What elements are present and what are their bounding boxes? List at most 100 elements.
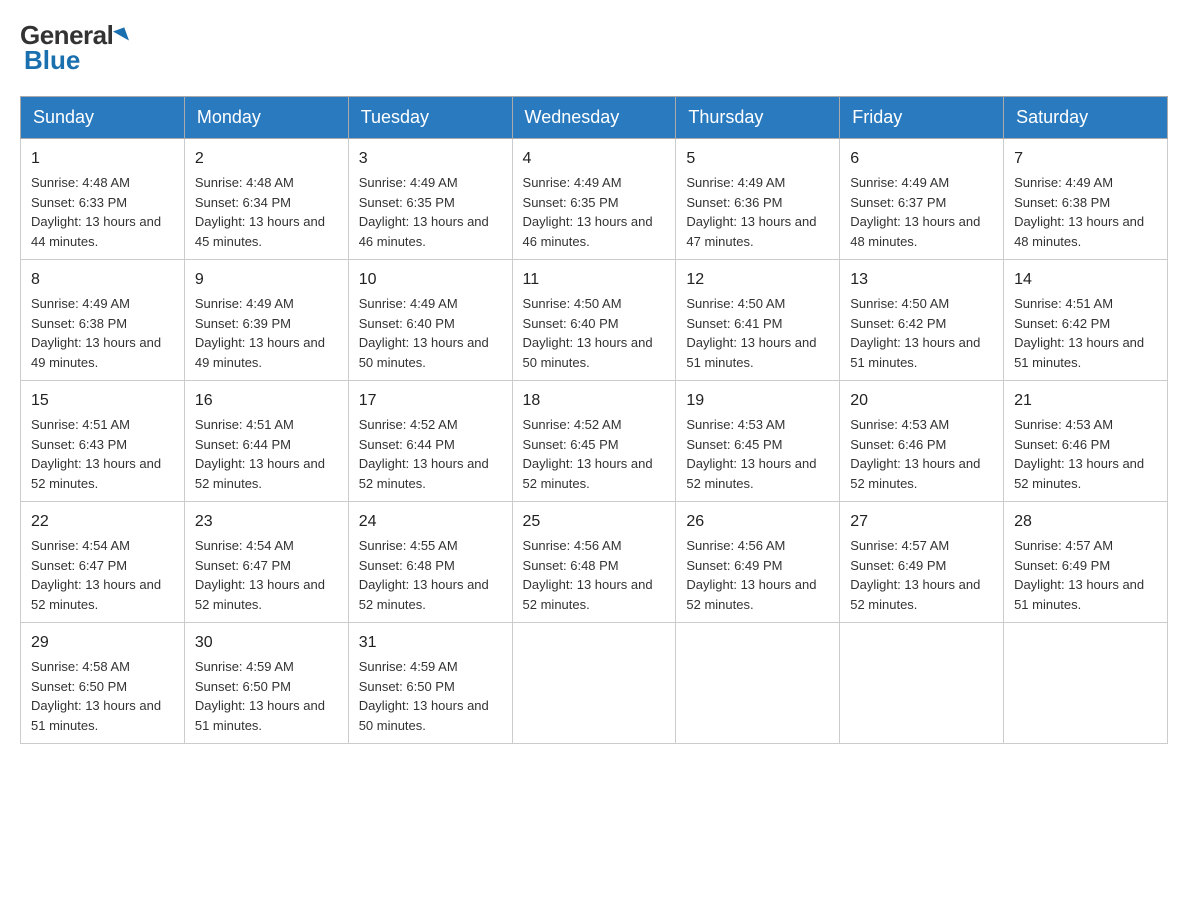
day-info: Sunrise: 4:49 AMSunset: 6:37 PMDaylight:… <box>850 175 980 249</box>
day-info: Sunrise: 4:53 AMSunset: 6:46 PMDaylight:… <box>850 417 980 491</box>
day-number: 30 <box>195 631 338 655</box>
day-number: 9 <box>195 268 338 292</box>
calendar-cell <box>676 623 840 744</box>
weekday-header-monday: Monday <box>184 97 348 139</box>
weekday-header-saturday: Saturday <box>1004 97 1168 139</box>
day-number: 4 <box>523 147 666 171</box>
calendar-cell: 27 Sunrise: 4:57 AMSunset: 6:49 PMDayligh… <box>840 502 1004 623</box>
day-info: Sunrise: 4:55 AMSunset: 6:48 PMDaylight:… <box>359 538 489 612</box>
day-info: Sunrise: 4:49 AMSunset: 6:35 PMDaylight:… <box>523 175 653 249</box>
calendar-cell: 10 Sunrise: 4:49 AMSunset: 6:40 PMDayligh… <box>348 260 512 381</box>
day-number: 19 <box>686 389 829 413</box>
calendar-cell: 1 Sunrise: 4:48 AMSunset: 6:33 PMDaylight… <box>21 139 185 260</box>
day-number: 24 <box>359 510 502 534</box>
calendar-cell: 6 Sunrise: 4:49 AMSunset: 6:37 PMDaylight… <box>840 139 1004 260</box>
calendar-cell <box>512 623 676 744</box>
weekday-header-friday: Friday <box>840 97 1004 139</box>
day-info: Sunrise: 4:49 AMSunset: 6:35 PMDaylight:… <box>359 175 489 249</box>
day-number: 7 <box>1014 147 1157 171</box>
page-header: General Blue <box>20 20 1168 76</box>
day-number: 10 <box>359 268 502 292</box>
day-number: 26 <box>686 510 829 534</box>
day-info: Sunrise: 4:58 AMSunset: 6:50 PMDaylight:… <box>31 659 161 733</box>
calendar-cell: 30 Sunrise: 4:59 AMSunset: 6:50 PMDayligh… <box>184 623 348 744</box>
day-info: Sunrise: 4:59 AMSunset: 6:50 PMDaylight:… <box>359 659 489 733</box>
weekday-header-tuesday: Tuesday <box>348 97 512 139</box>
logo: General Blue <box>20 20 127 76</box>
calendar-cell: 7Sunrise: 4:49 AMSunset: 6:38 PMDaylight… <box>1004 139 1168 260</box>
calendar-cell: 18Sunrise: 4:52 AMSunset: 6:45 PMDayligh… <box>512 381 676 502</box>
calendar-cell: 2Sunrise: 4:48 AMSunset: 6:34 PMDaylight… <box>184 139 348 260</box>
day-info: Sunrise: 4:51 AMSunset: 6:43 PMDaylight:… <box>31 417 161 491</box>
day-info: Sunrise: 4:52 AMSunset: 6:45 PMDaylight:… <box>523 417 653 491</box>
calendar-cell <box>840 623 1004 744</box>
calendar-cell: 26 Sunrise: 4:56 AMSunset: 6:49 PMDayligh… <box>676 502 840 623</box>
day-number: 29 <box>31 631 174 655</box>
day-info: Sunrise: 4:54 AMSunset: 6:47 PMDaylight:… <box>195 538 325 612</box>
day-number: 21 <box>1014 389 1157 413</box>
logo-arrow-icon <box>113 27 129 44</box>
day-info: Sunrise: 4:49 AMSunset: 6:40 PMDaylight:… <box>359 296 489 370</box>
weekday-header-thursday: Thursday <box>676 97 840 139</box>
day-number: 13 <box>850 268 993 292</box>
calendar-cell: 4 Sunrise: 4:49 AMSunset: 6:35 PMDaylight… <box>512 139 676 260</box>
day-info: Sunrise: 4:49 AMSunset: 6:39 PMDaylight:… <box>195 296 325 370</box>
calendar-cell <box>1004 623 1168 744</box>
calendar-cell: 11 Sunrise: 4:50 AMSunset: 6:40 PMDayligh… <box>512 260 676 381</box>
calendar-cell: 9 Sunrise: 4:49 AMSunset: 6:39 PMDaylight… <box>184 260 348 381</box>
day-number: 14 <box>1014 268 1157 292</box>
day-info: Sunrise: 4:56 AMSunset: 6:49 PMDaylight:… <box>686 538 816 612</box>
calendar-cell: 15 Sunrise: 4:51 AMSunset: 6:43 PMDayligh… <box>21 381 185 502</box>
day-info: Sunrise: 4:57 AMSunset: 6:49 PMDaylight:… <box>850 538 980 612</box>
day-info: Sunrise: 4:49 AMSunset: 6:36 PMDaylight:… <box>686 175 816 249</box>
day-info: Sunrise: 4:51 AMSunset: 6:42 PMDaylight:… <box>1014 296 1144 370</box>
day-info: Sunrise: 4:59 AMSunset: 6:50 PMDaylight:… <box>195 659 325 733</box>
day-info: Sunrise: 4:48 AMSunset: 6:33 PMDaylight:… <box>31 175 161 249</box>
calendar-week-row: 22 Sunrise: 4:54 AMSunset: 6:47 PMDayligh… <box>21 502 1168 623</box>
day-info: Sunrise: 4:53 AMSunset: 6:46 PMDaylight:… <box>1014 417 1144 491</box>
day-number: 15 <box>31 389 174 413</box>
calendar-cell: 22 Sunrise: 4:54 AMSunset: 6:47 PMDayligh… <box>21 502 185 623</box>
calendar-cell: 3 Sunrise: 4:49 AMSunset: 6:35 PMDaylight… <box>348 139 512 260</box>
day-number: 5 <box>686 147 829 171</box>
day-info: Sunrise: 4:51 AMSunset: 6:44 PMDaylight:… <box>195 417 325 491</box>
day-number: 31 <box>359 631 502 655</box>
calendar-cell: 28Sunrise: 4:57 AMSunset: 6:49 PMDayligh… <box>1004 502 1168 623</box>
day-number: 16 <box>195 389 338 413</box>
calendar-cell: 13 Sunrise: 4:50 AMSunset: 6:42 PMDayligh… <box>840 260 1004 381</box>
day-number: 3 <box>359 147 502 171</box>
day-info: Sunrise: 4:50 AMSunset: 6:41 PMDaylight:… <box>686 296 816 370</box>
day-number: 1 <box>31 147 174 171</box>
calendar-week-row: 8 Sunrise: 4:49 AMSunset: 6:38 PMDaylight… <box>21 260 1168 381</box>
calendar-cell: 12 Sunrise: 4:50 AMSunset: 6:41 PMDayligh… <box>676 260 840 381</box>
calendar-cell: 24 Sunrise: 4:55 AMSunset: 6:48 PMDayligh… <box>348 502 512 623</box>
calendar-cell: 23 Sunrise: 4:54 AMSunset: 6:47 PMDayligh… <box>184 502 348 623</box>
weekday-header-row: SundayMondayTuesdayWednesdayThursdayFrid… <box>21 97 1168 139</box>
calendar-week-row: 15 Sunrise: 4:51 AMSunset: 6:43 PMDayligh… <box>21 381 1168 502</box>
day-info: Sunrise: 4:50 AMSunset: 6:40 PMDaylight:… <box>523 296 653 370</box>
day-number: 27 <box>850 510 993 534</box>
day-number: 25 <box>523 510 666 534</box>
calendar-table: SundayMondayTuesdayWednesdayThursdayFrid… <box>20 96 1168 744</box>
day-info: Sunrise: 4:52 AMSunset: 6:44 PMDaylight:… <box>359 417 489 491</box>
day-number: 6 <box>850 147 993 171</box>
day-number: 11 <box>523 268 666 292</box>
calendar-cell: 16 Sunrise: 4:51 AMSunset: 6:44 PMDayligh… <box>184 381 348 502</box>
day-number: 12 <box>686 268 829 292</box>
day-number: 17 <box>359 389 502 413</box>
day-number: 23 <box>195 510 338 534</box>
calendar-cell: 29 Sunrise: 4:58 AMSunset: 6:50 PMDayligh… <box>21 623 185 744</box>
day-number: 22 <box>31 510 174 534</box>
day-info: Sunrise: 4:49 AMSunset: 6:38 PMDaylight:… <box>31 296 161 370</box>
calendar-week-row: 1 Sunrise: 4:48 AMSunset: 6:33 PMDaylight… <box>21 139 1168 260</box>
day-info: Sunrise: 4:50 AMSunset: 6:42 PMDaylight:… <box>850 296 980 370</box>
calendar-cell: 31 Sunrise: 4:59 AMSunset: 6:50 PMDayligh… <box>348 623 512 744</box>
calendar-cell: 25Sunrise: 4:56 AMSunset: 6:48 PMDayligh… <box>512 502 676 623</box>
calendar-cell: 5 Sunrise: 4:49 AMSunset: 6:36 PMDaylight… <box>676 139 840 260</box>
day-info: Sunrise: 4:48 AMSunset: 6:34 PMDaylight:… <box>195 175 325 249</box>
day-number: 8 <box>31 268 174 292</box>
day-info: Sunrise: 4:53 AMSunset: 6:45 PMDaylight:… <box>686 417 816 491</box>
day-info: Sunrise: 4:54 AMSunset: 6:47 PMDaylight:… <box>31 538 161 612</box>
calendar-cell: 20Sunrise: 4:53 AMSunset: 6:46 PMDayligh… <box>840 381 1004 502</box>
day-number: 28 <box>1014 510 1157 534</box>
